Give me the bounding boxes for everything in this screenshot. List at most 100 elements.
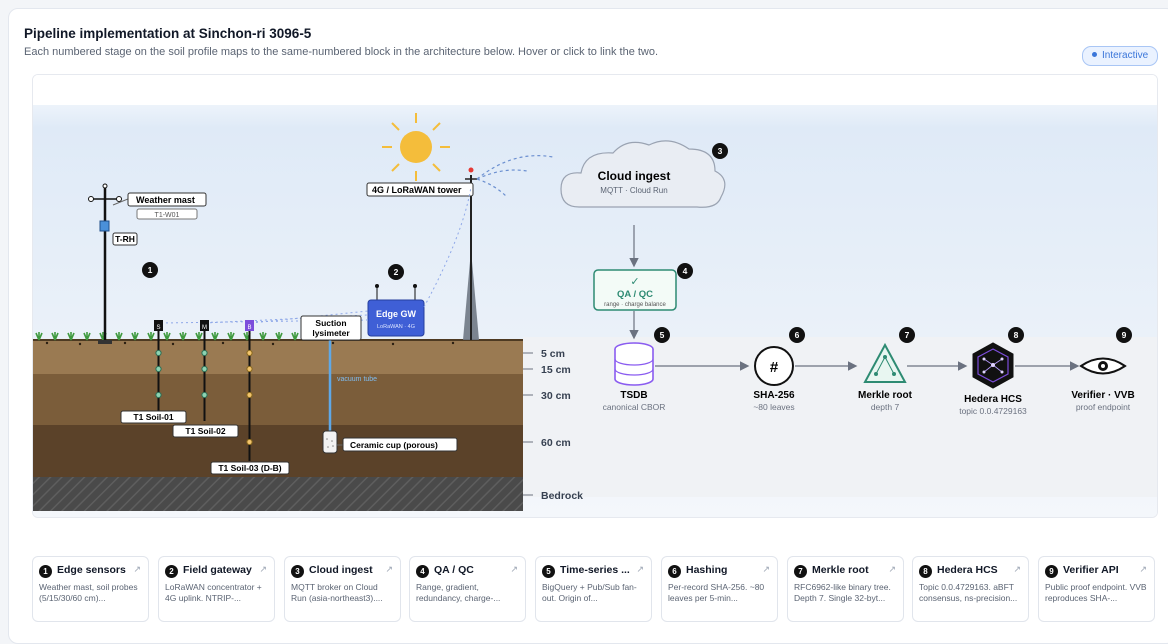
- stage-marker-6-label: 6: [795, 330, 800, 340]
- external-link-icon: ↗: [888, 564, 896, 574]
- stage-marker-9-label: 9: [1122, 330, 1127, 340]
- external-link-icon: ↗: [259, 564, 267, 574]
- hedera-subtitle: topic 0.0.4729163: [959, 406, 1027, 416]
- depth-label-15cm: 15 cm: [541, 364, 571, 376]
- stage-card-number: 4: [416, 565, 429, 578]
- lysimeter-label-1: Suction: [315, 318, 346, 328]
- probe-label-03: T1 Soil-03 (D-B): [218, 463, 281, 473]
- stage-card-title: Hedera HCS: [937, 564, 998, 576]
- stage-marker-2-label: 2: [394, 267, 399, 277]
- check-icon: ✓: [630, 276, 639, 288]
- gateway-subtitle: LoRaWAN · 4G: [377, 324, 415, 330]
- external-link-icon: ↗: [133, 564, 141, 574]
- stage-card-title: Verifier API: [1063, 564, 1119, 576]
- stage-card-desc: Weather mast, soil probes (5/15/30/60 cm…: [39, 582, 138, 603]
- weather-mast-id: T1-W01: [155, 212, 180, 219]
- soil-layer-top: [33, 340, 523, 374]
- verifier-subtitle: proof endpoint: [1076, 402, 1131, 412]
- cloud-ingest-title: Cloud ingest: [598, 169, 671, 183]
- stage-card-title: Cloud ingest: [309, 564, 373, 576]
- bedrock-layer: [33, 477, 523, 511]
- hedera-title: Hedera HCS: [964, 394, 1022, 405]
- verifier-title: Verifier · VVB: [1071, 390, 1134, 401]
- merkle-subtitle: depth 7: [871, 402, 900, 412]
- probe-label-02: T1 Soil-02: [185, 426, 225, 436]
- stage-card-number: 1: [39, 565, 52, 578]
- status-dot-icon: [1092, 51, 1097, 57]
- sha-title: SHA-256: [753, 390, 795, 401]
- stage-marker-5-label: 5: [660, 330, 665, 340]
- stage-card-number: 8: [919, 565, 932, 578]
- diagram-stage: 5 cm 15 cm 30 cm 60 cm Bedrock Weather m…: [32, 74, 1158, 518]
- stage-card-number: 3: [291, 565, 304, 578]
- stage-card-title: Edge sensors: [57, 564, 126, 576]
- stage-card-title: Merkle root: [812, 564, 869, 576]
- stage-card-number: 2: [165, 565, 178, 578]
- stage-card-8[interactable]: 8 Hedera HCS ↗ Topic 0.0.4729163. aBFT cons…: [912, 556, 1029, 622]
- stage-card-1[interactable]: 1 Edge sensors ↗ Weather mast, soil probes …: [32, 556, 149, 622]
- external-link-icon: ↗: [385, 564, 393, 574]
- merkle-title: Merkle root: [858, 390, 913, 401]
- stage-card-9[interactable]: 9 Verifier API ↗ Public proof endpoint. VVB…: [1038, 556, 1155, 622]
- qa-title: QA / QC: [617, 289, 653, 300]
- probe-tag-m: M: [202, 325, 207, 331]
- stage-card-6[interactable]: 6 Hashing ↗ Per-record SHA-256. ~80 leaves …: [661, 556, 778, 622]
- external-link-icon: ↗: [1013, 564, 1021, 574]
- stage-marker-3-label: 3: [718, 146, 723, 156]
- stage-card-number: 6: [668, 565, 681, 578]
- stage-card-3[interactable]: 3 Cloud ingest ↗ MQTT broker on Cloud Run (…: [284, 556, 401, 622]
- depth-label-5cm: 5 cm: [541, 348, 565, 360]
- external-link-icon: ↗: [510, 564, 518, 574]
- probe-label-01: T1 Soil-01: [133, 412, 173, 422]
- stage-card-title: Field gateway: [183, 564, 252, 576]
- stage-card-4[interactable]: 4 QA / QC ↗ Range, gradient, redundancy, ch…: [409, 556, 526, 622]
- tower-label: 4G / LoRaWAN tower: [372, 185, 462, 195]
- vacuum-tube-label: vacuum tube: [337, 376, 377, 383]
- qa-subtitle: range · charge balance: [604, 302, 666, 308]
- badge-label: Interactive: [1102, 50, 1149, 61]
- gateway-title: Edge GW: [376, 309, 417, 319]
- stage-card-row: 1 Edge sensors ↗ Weather mast, soil probes …: [32, 556, 1156, 626]
- stage-card-desc: Per-record SHA-256. ~80 leaves per 5-min…: [668, 582, 765, 603]
- stage-marker-1-label: 1: [148, 265, 153, 275]
- stage-card-number: 7: [794, 565, 807, 578]
- stage-card-desc: BigQuery + Pub/Sub fan-out. Origin of...: [542, 582, 637, 603]
- stage-card-title: QA / QC: [434, 564, 474, 576]
- stage-card-desc: Range, gradient, redundancy, charge-...: [416, 582, 501, 603]
- external-link-icon: ↗: [1139, 564, 1147, 574]
- page-title: Pipeline implementation at Sinchon-ri 30…: [24, 26, 312, 41]
- tsdb-subtitle: canonical CBOR: [603, 402, 666, 412]
- stage-marker-7-label: 7: [905, 330, 910, 340]
- depth-label-60cm: 60 cm: [541, 437, 571, 449]
- cloud-ingest-subtitle: MQTT · Cloud Run: [600, 186, 667, 195]
- stage-card-desc: LoRaWAN concentrator + 4G uplink. NTRIP-…: [165, 582, 262, 603]
- stage-card-desc: RFC6962-like binary tree. Depth 7. Singl…: [794, 582, 891, 603]
- sha256-node[interactable]: # SHA-256 ~80 leaves: [753, 346, 795, 412]
- hash-icon: #: [770, 359, 779, 376]
- stage-card-title: Hashing: [686, 564, 728, 576]
- tsdb-title: TSDB: [620, 390, 647, 401]
- stage-card-desc: Topic 0.0.4729163. aBFT consensus, ns-pr…: [919, 582, 1018, 603]
- stage-card-5[interactable]: 5 Time-series ... ↗ BigQuery + Pub/Sub fan-…: [535, 556, 652, 622]
- page-subtitle: Each numbered stage on the soil profile …: [24, 46, 659, 58]
- stage-card-number: 9: [1045, 565, 1058, 578]
- stage-card-desc: Public proof endpoint. VVB reproduces SH…: [1045, 582, 1147, 603]
- stage-marker-8-label: 8: [1014, 330, 1019, 340]
- stage-marker-4-label: 4: [683, 266, 688, 276]
- external-link-icon: ↗: [636, 564, 644, 574]
- depth-label-bedrock: Bedrock: [541, 490, 583, 502]
- ceramic-cup-label: Ceramic cup (porous): [350, 440, 438, 450]
- interactive-badge[interactable]: Interactive: [1082, 46, 1159, 66]
- trh-sensor-label: T-RH: [115, 234, 135, 244]
- probe-tag-s: S: [156, 325, 160, 331]
- stage-card-desc: MQTT broker on Cloud Run (asia-northeast…: [291, 582, 383, 603]
- stage-card-title: Time-series ...: [560, 564, 630, 576]
- stage-card-7[interactable]: 7 Merkle root ↗ RFC6962-like binary tree. D…: [787, 556, 904, 622]
- external-link-icon: ↗: [762, 564, 770, 574]
- stage-card-number: 5: [542, 565, 555, 578]
- weather-mast-text: Weather mast: [136, 195, 195, 205]
- stage-card-2[interactable]: 2 Field gateway ↗ LoRaWAN concentrator + 4G…: [158, 556, 275, 622]
- pipeline-diagram: 5 cm 15 cm 30 cm 60 cm Bedrock Weather m…: [33, 75, 1157, 517]
- sha-subtitle: ~80 leaves: [753, 402, 794, 412]
- qa-node[interactable]: ✓ QA / QC range · charge balance: [593, 269, 677, 311]
